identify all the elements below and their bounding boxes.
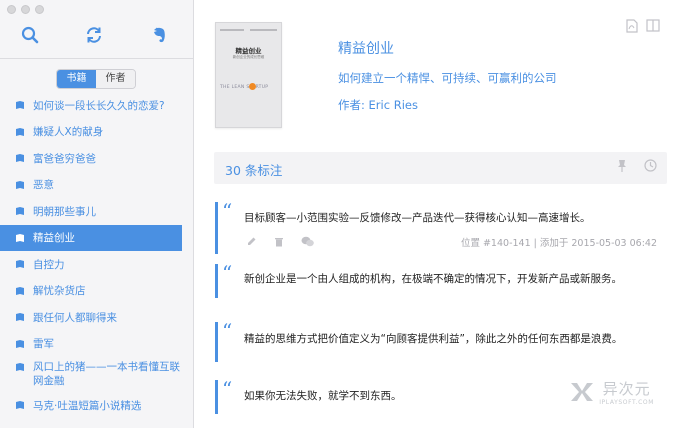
wechat-share-icon[interactable] — [301, 236, 314, 247]
trash-icon[interactable] — [274, 236, 284, 247]
book-author: 作者: Eric Ries — [338, 98, 418, 112]
annotation-item[interactable]: “ 精益的思维方式把价值定义为“向顾客提供利益”，除此之外的任何东西都是浪费。 — [214, 318, 667, 368]
book-item[interactable]: 自控力 — [0, 251, 194, 278]
book-item-label: 精益创业 — [33, 232, 75, 245]
annotation-text: 精益的思维方式把价值定义为“向顾客提供利益”，除此之外的任何东西都是浪费。 — [244, 333, 623, 345]
book-item[interactable]: 跟任何人都聊得来 — [0, 304, 194, 331]
zoom-window-button[interactable] — [35, 5, 44, 14]
book-item-label: 恶意 — [33, 179, 54, 192]
book-item[interactable]: 恶意 — [0, 172, 194, 199]
cover-english-title: THE LEAN STARTUP — [220, 85, 269, 90]
quote-icon: “ — [222, 199, 233, 223]
cover-decoration — [220, 29, 244, 31]
book-item-label: 嫌疑人X的献身 — [33, 126, 104, 139]
sidebar-toolbar — [0, 22, 194, 48]
watermark-text: 异次元 IPLAYSOFT.COM — [599, 378, 654, 406]
book-item[interactable]: 马克·吐温短篇小说精选 — [0, 392, 194, 419]
split-view-icon[interactable] — [646, 19, 660, 32]
search-button[interactable] — [17, 22, 43, 48]
annotation-item[interactable]: “ 新创企业是一个由人组成的机构，在极端不确定的情况下，开发新产品或新服务。 — [214, 262, 667, 302]
book-list: 如何谈一段长长久久的恋爱? 嫌疑人X的献身 富爸爸穷爸爸 恶意 明朝那些事儿 精… — [0, 92, 194, 419]
quote-icon: “ — [222, 319, 233, 343]
book-item-label: 如何谈一段长长久久的恋爱? — [33, 99, 165, 112]
book-item-label: 明朝那些事儿 — [33, 205, 96, 218]
window-controls — [7, 5, 44, 14]
evernote-button[interactable] — [146, 22, 172, 48]
book-item[interactable]: 富爸爸穷爸爸 — [0, 145, 194, 172]
book-item[interactable]: 明朝那些事儿 — [0, 198, 194, 225]
book-item-label: 雷军 — [33, 338, 54, 351]
book-item[interactable]: 如何谈一段长长久久的恋爱? — [0, 92, 194, 119]
annotation-tools — [616, 159, 657, 173]
cover-decoration — [250, 29, 277, 31]
quote-icon: “ — [222, 377, 233, 401]
edit-icon[interactable] — [246, 236, 257, 247]
export-toolbar — [626, 19, 660, 33]
book-icon — [16, 101, 24, 110]
book-icon — [16, 207, 24, 216]
book-icon — [16, 260, 24, 269]
site-watermark: 异次元 IPLAYSOFT.COM — [569, 378, 654, 406]
watermark-en: IPLAYSOFT.COM — [599, 399, 654, 406]
annotation-text: 如果你无法失败，就学不到东西。 — [244, 390, 402, 402]
book-item[interactable]: 风口上的猪——一本书看懂互联网金融 — [0, 357, 194, 389]
book-item-label: 马克·吐温短篇小说精选 — [33, 399, 142, 412]
quote-icon: “ — [222, 261, 233, 285]
close-window-button[interactable] — [7, 5, 16, 14]
book-icon — [16, 286, 24, 295]
book-item-label: 解忧杂货店 — [33, 285, 86, 298]
book-subtitle: 如何建立一个精悍、可持续、可赢利的公司 — [338, 71, 557, 85]
book-icon — [16, 127, 24, 136]
book-icon — [16, 180, 24, 189]
book-item-label: 跟任何人都聊得来 — [33, 311, 117, 324]
annotation-text: 目标顾客—小范围实验—反馈修改—产品迭代—获得核心认知—高速增长。 — [244, 212, 591, 224]
books-tab[interactable]: 书籍 — [57, 70, 96, 88]
book-title: 精益创业 — [338, 41, 394, 57]
book-icon — [16, 363, 24, 371]
clock-icon[interactable] — [644, 159, 657, 172]
minimize-window-button[interactable] — [21, 5, 30, 14]
book-item[interactable]: 雷军 — [0, 331, 194, 358]
book-icon — [16, 154, 24, 163]
cover-logo-dot — [249, 83, 256, 90]
iplaysoft-logo-icon — [571, 383, 594, 401]
sidebar: 书籍 作者 如何谈一段长长久久的恋爱? 嫌疑人X的献身 富爸爸穷爸爸 恶意 明朝… — [0, 0, 194, 428]
annotation-count-bar: 30 条标注 — [214, 152, 667, 184]
cover-subtitle: 新创企业的成长思维 — [232, 55, 265, 59]
pin-icon[interactable] — [616, 159, 628, 173]
book-icon — [16, 339, 24, 348]
quote-bar — [215, 322, 218, 362]
search-icon — [21, 26, 39, 44]
book-item-label: 风口上的猪——一本书看懂互联网金融 — [33, 361, 180, 387]
main-panel: 精益创业 新创企业的成长思维 THE LEAN STARTUP 精益创业 如何建… — [195, 0, 680, 428]
watermark-cn: 异次元 — [602, 380, 651, 398]
book-icon — [16, 401, 24, 410]
book-item-label: 富爸爸穷爸爸 — [33, 152, 96, 165]
book-icon — [16, 233, 24, 242]
book-item[interactable]: 嫌疑人X的献身 — [0, 119, 194, 146]
quote-bar — [215, 264, 218, 298]
book-item[interactable]: 解忧杂货店 — [0, 278, 194, 305]
annotation-item[interactable]: “ 目标顾客—小范围实验—反馈修改—产品迭代—获得核心认知—高速增长。 位置 #… — [214, 198, 667, 260]
evernote-icon — [154, 27, 165, 43]
toolbar-divider — [0, 58, 194, 59]
cover-title: 精益创业 — [235, 47, 262, 55]
annotation-count: 30 条标注 — [225, 163, 283, 178]
sync-icon — [87, 27, 101, 43]
quote-bar — [215, 380, 218, 414]
quote-bar — [215, 202, 218, 254]
view-toggle: 书籍 作者 — [56, 69, 136, 89]
authors-tab[interactable]: 作者 — [96, 70, 135, 88]
annotation-meta: 位置 #140-141 | 添加于 2015-05-03 06:42 — [460, 238, 657, 249]
book-cover: 精益创业 新创企业的成长思维 THE LEAN STARTUP — [215, 22, 282, 128]
book-icon — [16, 313, 24, 322]
book-item-selected[interactable]: 精益创业 — [0, 224, 182, 251]
annotation-actions — [246, 236, 314, 247]
pdf-export-icon[interactable] — [626, 19, 638, 33]
book-item-label: 自控力 — [33, 258, 65, 271]
sync-button[interactable] — [81, 22, 107, 48]
annotation-text: 新创企业是一个由人组成的机构，在极端不确定的情况下，开发新产品或新服务。 — [244, 273, 622, 285]
